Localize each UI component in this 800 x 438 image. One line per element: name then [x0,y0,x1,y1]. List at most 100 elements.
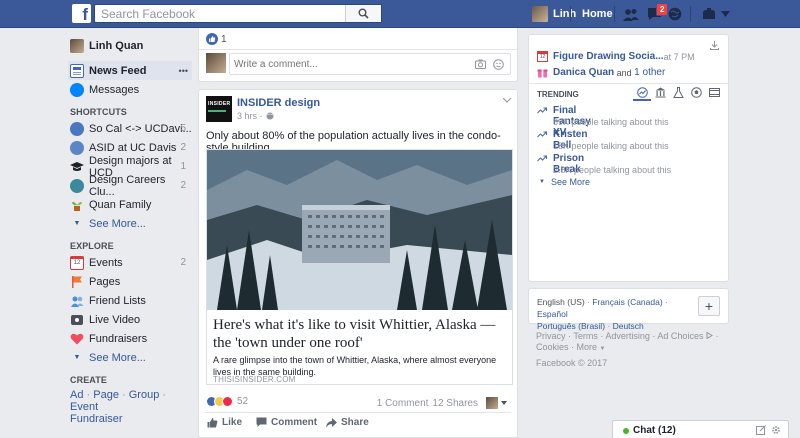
chevron-down-icon[interactable] [501,401,507,405]
sticker-icon[interactable] [493,59,504,70]
event-time: at 7 PM [663,51,695,62]
like-reaction-icon [206,33,218,45]
profile-shortcut[interactable]: Linh Quan [70,36,192,55]
ad-choices-icon [706,331,713,340]
account-menu-button[interactable] [716,6,734,22]
friend-requests-button[interactable] [622,6,640,22]
chevron-down-icon[interactable]: ▼ [600,346,606,352]
sidebar-item-friend-lists[interactable]: Friend Lists [70,291,192,310]
sidebar-item-events[interactable]: 12 Events 2 [70,253,192,272]
create-event-link[interactable]: Event [70,401,98,413]
chevron-down-icon: ▼ [73,220,81,227]
footer-link-cookies[interactable]: Cookies [536,342,569,352]
event-reminder: 12 Figure Drawing Socia... at 7 PM [537,51,695,62]
language-link[interactable]: Français (Canada) [592,297,662,307]
chevron-down-icon [720,11,730,17]
link-preview-image [207,150,512,310]
share-count[interactable]: 12 Shares [432,398,478,409]
see-more-shortcuts[interactable]: ▼ See More... [70,214,192,233]
notifications-button[interactable] [666,6,684,22]
chat-bar[interactable]: Chat (12) [612,420,789,438]
sidebar-item-shortcut[interactable]: So Cal <-> UCDavi... 5 [70,119,192,138]
create-fundraiser-link[interactable]: Fundraiser [70,413,123,425]
sidebar-item-live-video[interactable]: Live Video [70,310,192,329]
sidebar-item-shortcut[interactable]: Design Careers Clu... 2 [70,174,192,198]
tab-science[interactable] [669,87,687,101]
separator: · [568,342,577,352]
see-more-explore[interactable]: ▼ See More... [70,348,192,367]
trending-subtitle: 18K people talking about this [553,141,669,151]
sidebar-item-pages[interactable]: Pages [70,272,192,291]
tab-politics[interactable] [651,87,669,101]
trending-item[interactable]: Prison Break 2.8K people talking about t… [537,153,671,177]
trending-see-more[interactable]: ▼ See More [537,177,590,187]
top-bar: f Linh Home 2 [0,0,800,28]
create-group-link[interactable]: Group [129,389,160,401]
previous-post-footer: 1 [198,28,518,82]
birthday-name[interactable]: Danica Quan [553,67,614,78]
create-ad-link[interactable]: Ad [70,389,83,401]
add-language-button[interactable]: + [698,296,720,316]
reaction-count: 52 [237,396,249,407]
sidebar-item-label: Live Video [89,313,141,326]
language-link[interactable]: Español [537,309,568,319]
sidebar-item-label: Events [89,256,123,269]
sidebar-item-label: So Cal <-> UCDavi... [89,122,192,135]
home-link[interactable]: Home [582,8,613,20]
trending-heading: TRENDING [537,90,579,99]
language-link[interactable]: Deutsch [613,321,644,331]
birthday-others[interactable]: 1 other [634,67,665,78]
avatar [532,6,548,22]
facebook-logo[interactable]: f [72,4,91,23]
current-language: English (US) [537,297,585,307]
sidebar-item-shortcut[interactable]: Quan Family [70,195,192,214]
page-logo[interactable]: INSIDER [206,96,232,122]
divider [614,6,615,22]
sidebar-item-fundraisers[interactable]: Fundraisers [70,329,192,348]
tab-top-trends[interactable] [633,87,651,101]
download-icon[interactable] [710,41,719,50]
footer-link-terms[interactable]: Terms [573,331,598,341]
search-button[interactable] [345,5,381,22]
gear-icon[interactable] [771,425,781,435]
search-box [94,4,382,23]
tab-sports[interactable] [687,87,705,101]
messages-button[interactable]: 2 [645,3,669,22]
politics-icon [655,87,665,98]
see-more-label: See More... [89,217,146,230]
privacy-shortcuts-icon [703,8,715,19]
more-options-icon[interactable]: ••• [179,66,188,76]
sidebar-item-messages[interactable]: Messages [70,80,192,99]
footer-link-privacy[interactable]: Privacy [536,331,566,341]
trending-item[interactable]: Kristen Bell 18K people talking about th… [537,129,669,153]
link-preview[interactable]: Here's what it's like to visit Whittier,… [206,149,513,385]
post-options-chevron-icon[interactable] [503,98,511,103]
reactions-summary[interactable]: 52 [206,396,248,407]
tab-entertainment[interactable] [705,87,723,101]
create-page-link[interactable]: Page [93,389,119,401]
search-input[interactable] [95,5,345,22]
language-link[interactable]: Português (Brasil) [537,321,605,331]
count: 2 [180,257,186,268]
footer-link-more[interactable]: More [577,342,598,352]
trending-item[interactable]: Final Fantasy XV 69K people talking abou… [537,105,669,138]
sidebar-item-news-feed[interactable]: News Feed ••• [68,61,192,80]
like-summary[interactable]: 1 [206,33,227,45]
compose-icon[interactable] [756,425,766,435]
comment-count[interactable]: 1 Comment [377,398,429,409]
comment-icon [256,417,267,427]
comment-button[interactable]: Comment [256,417,317,428]
sidebar-item-label: News Feed [89,64,147,77]
user-name: Linh Quan [89,39,144,52]
like-button[interactable]: Like [207,417,242,428]
page-name[interactable]: INSIDER design [237,97,320,109]
post-time[interactable]: 3 hrs · [237,111,263,121]
footer-link-advertising[interactable]: Advertising [605,331,650,341]
comment-input[interactable] [230,54,460,74]
share-button[interactable]: Share [326,417,369,428]
sidebar-item-label: ASID at UC Davis [89,141,177,154]
event-title[interactable]: Figure Drawing Socia... [553,51,664,62]
footer-link-ad-choices[interactable]: Ad Choices [657,331,703,341]
camera-icon[interactable] [475,59,486,69]
friend-lists-icon [71,296,84,307]
